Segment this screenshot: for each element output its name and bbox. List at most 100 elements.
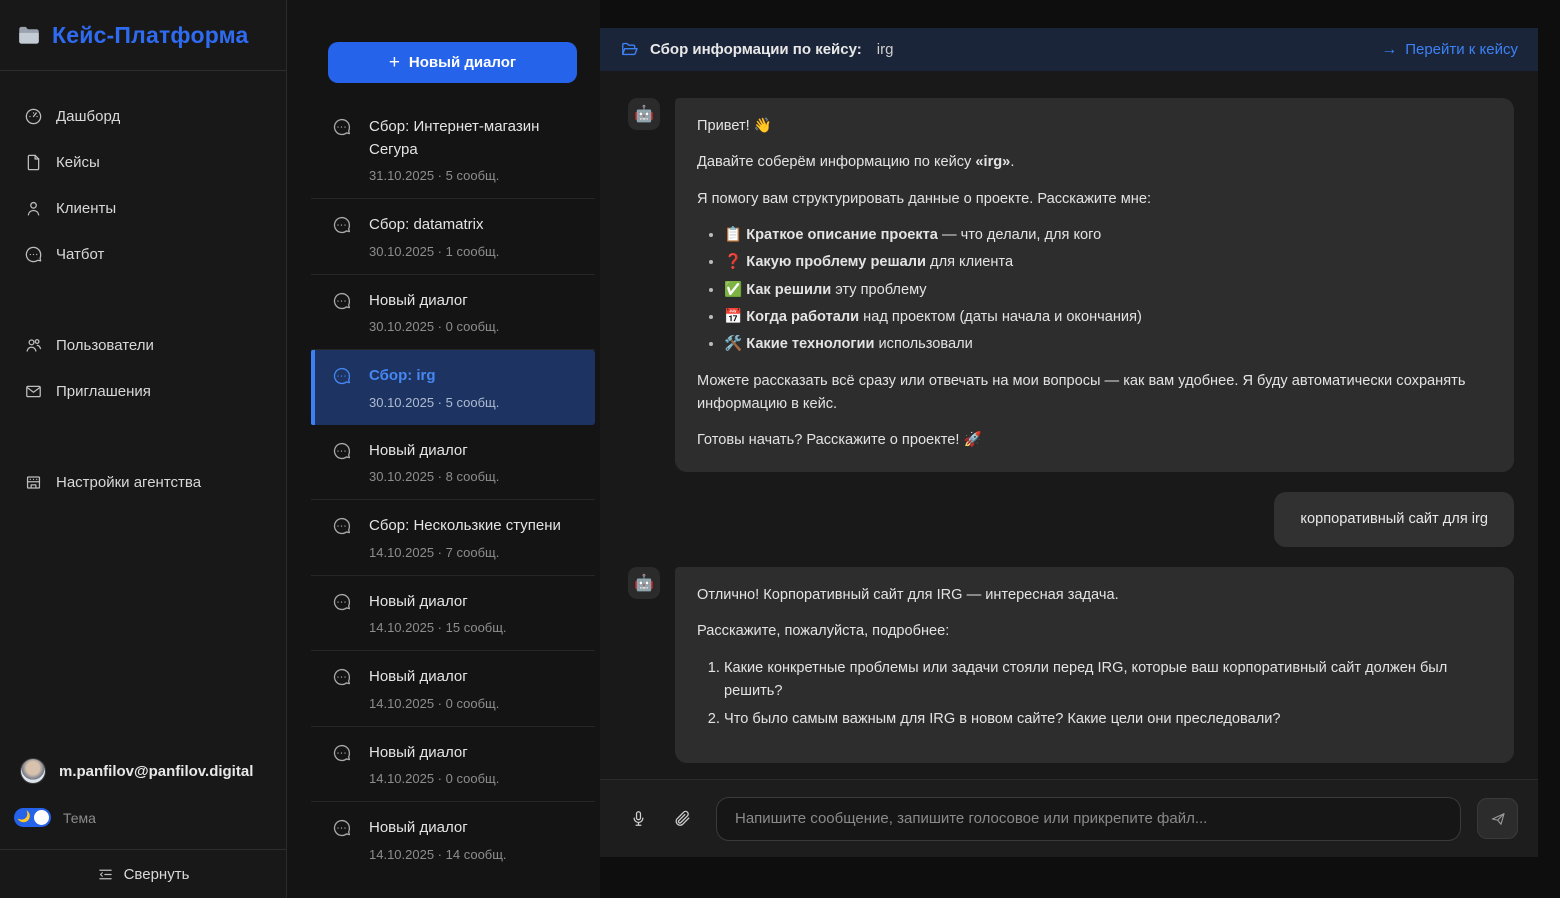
- sidebar-item-label: Чатбот: [56, 246, 104, 263]
- dialog-item[interactable]: Сбор: datamatrix 30.10.2025 · 1 сообщ.: [311, 199, 595, 275]
- sidebar-item-cases[interactable]: Кейсы: [0, 139, 286, 185]
- chat-bubble-icon: [331, 667, 352, 688]
- dialog-title: Новый диалог: [369, 819, 468, 836]
- dialog-meta: 30.10.2025 · 1 сообщ.: [369, 244, 499, 259]
- dialog-title: Сбор: datamatrix: [369, 216, 483, 233]
- mail-icon: [24, 382, 43, 401]
- bot-message-bubble: Отлично! Корпоративный сайт для IRG — ин…: [675, 567, 1514, 763]
- plus-icon: +: [389, 53, 400, 72]
- dialog-meta: 14.10.2025 · 0 сообщ.: [369, 696, 499, 711]
- bot-message-row: 🤖 Отлично! Корпоративный сайт для IRG — и…: [628, 567, 1514, 763]
- message-list: 🤖 Привет! 👋Давайте соберём информацию по …: [600, 71, 1538, 779]
- bot-avatar: 🤖: [628, 98, 660, 130]
- sidebar-item-agency-settings[interactable]: Настройки агентства: [0, 459, 286, 505]
- dialog-meta: 30.10.2025 · 5 сообщ.: [369, 395, 499, 410]
- chat-bubble-icon: [331, 818, 352, 839]
- dialog-title: Новый диалог: [369, 668, 468, 685]
- microphone-icon: [629, 809, 648, 828]
- attach-file-button[interactable]: [664, 801, 700, 837]
- dialog-item[interactable]: Новый диалог 14.10.2025 · 0 сообщ.: [311, 727, 595, 803]
- chat-bubble-icon: [331, 592, 352, 613]
- open-folder-icon: [620, 40, 639, 59]
- bot-message-row: 🤖 Привет! 👋Давайте соберём информацию по …: [628, 98, 1514, 472]
- user-message-row: корпоративный сайт для irg: [628, 492, 1514, 547]
- dialog-title: Новый диалог: [369, 442, 468, 459]
- message-input[interactable]: [716, 797, 1461, 841]
- dialog-title: Новый диалог: [369, 292, 468, 309]
- user-email: m.panfilov@panfilov.digital: [59, 763, 253, 780]
- chat-title: Сбор информации по кейсу:: [650, 41, 862, 58]
- sidebar-item-chatbot[interactable]: Чатбот: [0, 231, 286, 277]
- sidebar-item-invitations[interactable]: Приглашения: [0, 368, 286, 414]
- dialog-title: Новый диалог: [369, 744, 468, 761]
- theme-label: Тема: [63, 810, 96, 826]
- avatar: [20, 758, 46, 784]
- robot-icon: 🤖: [634, 573, 654, 593]
- new-dialog-button[interactable]: + Новый диалог: [328, 42, 577, 83]
- arrow-right-icon: →: [1381, 41, 1397, 59]
- dialog-meta: 31.10.2025 · 5 сообщ.: [369, 168, 583, 183]
- building-icon: [24, 473, 43, 492]
- sidebar-item-dashboard[interactable]: Дашборд: [0, 93, 286, 139]
- bot-message-bubble: Привет! 👋Давайте соберём информацию по к…: [675, 98, 1514, 472]
- composer: [600, 779, 1538, 857]
- theme-row: 🌙 Тема: [0, 808, 286, 827]
- document-icon: [24, 153, 43, 172]
- collapse-icon: [97, 866, 114, 883]
- user-account[interactable]: m.panfilov@panfilov.digital: [0, 758, 286, 784]
- chat-header-title-group: Сбор информации по кейсу: irg: [620, 40, 893, 59]
- collapse-label: Свернуть: [124, 866, 190, 883]
- chat-header: Сбор информации по кейсу: irg → Перейти …: [600, 28, 1538, 71]
- chat-icon: [24, 245, 43, 264]
- chat-wrapper: Сбор информации по кейсу: irg → Перейти …: [600, 0, 1560, 898]
- dialog-title: Сбор: Нескользкие ступени: [369, 517, 561, 534]
- dialog-item[interactable]: Сбор: Интернет-магазин Сегура31.10.2025 …: [311, 101, 595, 199]
- toggle-knob: [34, 810, 49, 825]
- sidebar-item-label: Настройки агентства: [56, 474, 201, 491]
- folder-icon: [16, 22, 42, 48]
- goto-case-link[interactable]: → Перейти к кейсу: [1381, 41, 1518, 59]
- sidebar-spacer: [0, 505, 286, 758]
- dialog-item[interactable]: Новый диалог 30.10.2025 · 8 сообщ.: [311, 425, 595, 501]
- sidebar-item-label: Пользователи: [56, 337, 154, 354]
- chat-bubble-icon: [331, 516, 352, 537]
- sidebar-item-users[interactable]: Пользователи: [0, 322, 286, 368]
- app-logo: Кейс-Платформа: [0, 0, 286, 71]
- dialog-item[interactable]: Новый диалог14.10.2025 · 14 сообщ.: [311, 802, 595, 877]
- dialog-list: Сбор: Интернет-магазин Сегура31.10.2025 …: [287, 101, 600, 898]
- gauge-icon: [24, 107, 43, 126]
- chat-bubble-icon: [331, 743, 352, 764]
- dialog-meta: 30.10.2025 · 0 сообщ.: [369, 319, 499, 334]
- dialog-meta: 30.10.2025 · 8 сообщ.: [369, 469, 499, 484]
- dialog-meta: 14.10.2025 · 15 сообщ.: [369, 620, 507, 635]
- dialog-item-selected[interactable]: Сбор: irg30.10.2025 · 5 сообщ.: [311, 350, 595, 425]
- paperclip-icon: [673, 809, 692, 828]
- goto-case-label: Перейти к кейсу: [1405, 41, 1518, 58]
- nav-spacer: [0, 277, 286, 322]
- dialog-item[interactable]: Сбор: Нескользкие ступени14.10.2025 · 7 …: [311, 500, 595, 576]
- dialog-item[interactable]: Новый диалог 14.10.2025 · 0 сообщ.: [311, 651, 595, 727]
- robot-icon: 🤖: [634, 104, 654, 124]
- collapse-sidebar-button[interactable]: Свернуть: [0, 849, 286, 898]
- sidebar-item-label: Клиенты: [56, 200, 116, 217]
- chat-bubble-icon: [331, 366, 352, 387]
- send-button[interactable]: [1477, 798, 1518, 839]
- dialog-meta: 14.10.2025 · 0 сообщ.: [369, 771, 499, 786]
- app-root: Кейс-Платформа Дашборд Кейсы Клиенты Чат…: [0, 0, 1560, 898]
- chat-bubble-icon: [331, 291, 352, 312]
- dialog-item[interactable]: Новый диалог 14.10.2025 · 15 сообщ.: [311, 576, 595, 652]
- dialog-item[interactable]: Новый диалог 30.10.2025 · 0 сообщ.: [311, 275, 595, 351]
- sidebar-item-label: Приглашения: [56, 383, 151, 400]
- app-title: Кейс-Платформа: [52, 22, 249, 49]
- theme-toggle[interactable]: 🌙: [14, 808, 51, 827]
- chat-bubble-icon: [331, 117, 352, 138]
- dialog-title: Новый диалог: [369, 593, 468, 610]
- chat-panel: Сбор информации по кейсу: irg → Перейти …: [600, 28, 1538, 857]
- send-icon: [1489, 810, 1507, 828]
- chat-bubble-icon: [331, 441, 352, 462]
- microphone-button[interactable]: [620, 801, 656, 837]
- nav-spacer: [0, 414, 286, 459]
- chat-case-name: irg: [877, 41, 894, 58]
- moon-icon: 🌙: [17, 809, 31, 826]
- sidebar-item-clients[interactable]: Клиенты: [0, 185, 286, 231]
